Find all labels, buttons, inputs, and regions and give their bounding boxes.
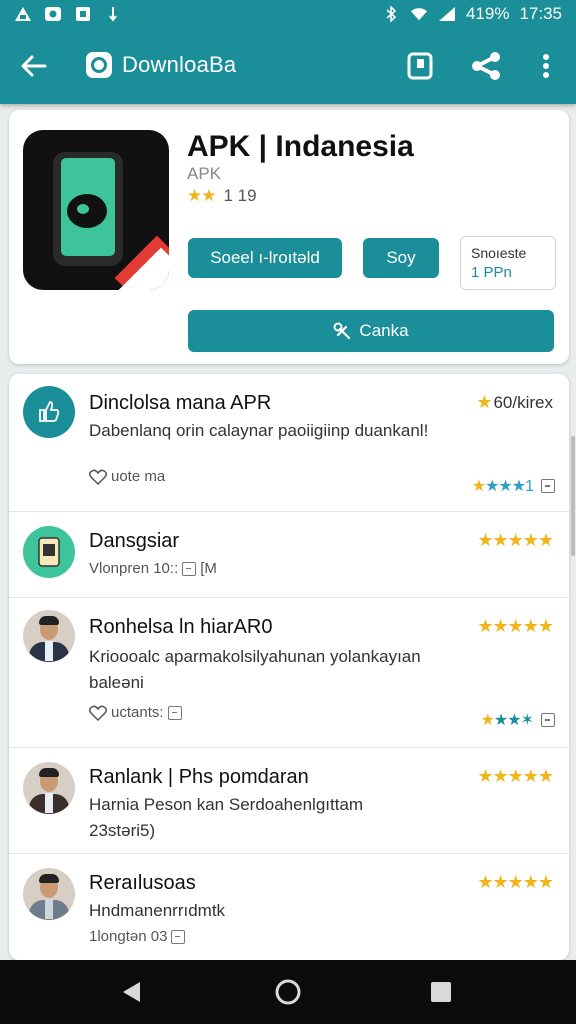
review-meta: uctants: xyxy=(89,704,182,721)
review-text: Harnia Peson kan Serdoahenlgıttam 23stər… xyxy=(89,795,364,840)
report-icon[interactable] xyxy=(541,479,555,493)
app-bar: DownloaBa xyxy=(0,28,576,104)
arrow-back-icon xyxy=(21,55,47,77)
report-icon[interactable] xyxy=(541,713,555,727)
list-item[interactable]: Ranlank | Phs pomdaran ★★★★★ Harnia Peso… xyxy=(9,748,569,854)
share-button[interactable] xyxy=(468,50,504,82)
review-list: Dinclolsa mana APR ★ 60/kirex Dabenlanq o… xyxy=(9,374,569,960)
heart-icon xyxy=(89,705,107,721)
app-name: APK | Indanesia xyxy=(187,130,414,163)
app-rating: ★★ 1 19 xyxy=(187,186,257,206)
review-text: Krioooalc aparmakolsilyahunan yolankayıa… xyxy=(89,647,421,692)
info-outline-button[interactable]: Snoıeste 1 PPn xyxy=(460,236,556,290)
notification-icon xyxy=(14,6,32,22)
review-small-rating: ★ ★★★1 xyxy=(472,476,555,496)
back-button[interactable] xyxy=(16,50,52,82)
thumbs-up-icon xyxy=(39,401,60,422)
more-vert-icon xyxy=(543,54,549,78)
list-item[interactable]: Reraılusoas ★★★★★ Hndmanenrrıdmtk 1longt… xyxy=(9,854,569,960)
review-text: Dabenlanq orin calaynar paoiigiinp duank… xyxy=(89,421,429,440)
status-bar: 419% 17:35 xyxy=(0,0,576,28)
nav-recents-button[interactable] xyxy=(424,976,458,1008)
tools-icon xyxy=(333,322,351,340)
nav-back-button[interactable] xyxy=(114,976,148,1008)
more-options-button[interactable] xyxy=(528,50,564,82)
app-logo-icon xyxy=(86,52,112,78)
review-title: Reraılusoas xyxy=(89,872,196,894)
bluetooth-icon xyxy=(382,6,400,22)
review-rating: ★ 60/kirex xyxy=(476,392,553,412)
main-action-label: Canka xyxy=(359,321,409,340)
review-rating: ★★★★★ xyxy=(477,872,554,892)
rating-stars: ★★ xyxy=(187,186,217,205)
primary-action-button[interactable]: Soeel ı-lroıtəld xyxy=(188,238,342,278)
review-text: Hndmanenrrıdmtk xyxy=(89,901,226,920)
info-outline-line1: Snoıeste xyxy=(471,245,527,261)
review-rating: ★★★★★ xyxy=(477,530,554,550)
list-item[interactable]: Ronhelsa ln hiarAR0 ★★★★★ Krioooalc apar… xyxy=(9,598,569,748)
main-action-button[interactable]: Canka xyxy=(188,310,554,352)
review-meta: Vlonpren 10:: [M xyxy=(89,560,217,577)
square-recents-icon xyxy=(431,982,451,1002)
wifi-icon xyxy=(410,6,428,22)
secondary-action-button[interactable]: Soy xyxy=(363,238,439,278)
app-bar-title-text: DownloaBa xyxy=(122,52,237,77)
review-rating: ★★★★★ xyxy=(477,766,554,786)
image-notification-icon xyxy=(44,6,62,22)
bookmark-button[interactable] xyxy=(402,50,438,82)
review-title: Dansgsiar xyxy=(89,530,180,552)
app-icon xyxy=(23,130,169,290)
system-nav-bar xyxy=(0,960,576,1024)
review-rating: ★★★★★ xyxy=(477,616,554,636)
signal-icon xyxy=(438,6,456,22)
heart-icon xyxy=(89,469,107,485)
app-card: APK | Indanesia APK ★★ 1 19 Soeel ı-lroı… xyxy=(9,110,569,364)
circle-home-icon xyxy=(275,979,301,1005)
list-item[interactable]: Dansgsiar ★★★★★ Vlonpren 10:: [M xyxy=(9,512,569,598)
triangle-back-icon xyxy=(123,982,140,1002)
clock: 17:35 xyxy=(519,4,562,23)
rating-count: 60/kirex xyxy=(493,393,553,412)
rating-value: 1 19 xyxy=(223,186,257,205)
avatar xyxy=(23,762,75,814)
doc-icon xyxy=(167,705,182,720)
app-notification-icon xyxy=(74,6,92,22)
download-icon xyxy=(104,6,122,22)
list-item[interactable]: Dinclolsa mana APR ★ 60/kirex Dabenlanq o… xyxy=(9,374,569,512)
review-title: Ranlank | Phs pomdaran xyxy=(89,766,309,788)
review-title: Dinclolsa mana APR xyxy=(89,392,272,414)
doc-icon xyxy=(182,561,197,576)
share-icon xyxy=(472,52,500,80)
avatar xyxy=(23,868,75,920)
avatar xyxy=(23,386,75,438)
review-meta: 1longtən 03 xyxy=(89,928,186,945)
doc-icon xyxy=(171,929,186,944)
avatar xyxy=(23,610,75,662)
avatar xyxy=(23,526,75,578)
review-meta: uote ma xyxy=(89,468,165,485)
nav-home-button[interactable] xyxy=(271,976,305,1008)
app-bar-title: DownloaBa xyxy=(86,52,236,78)
phone-icon xyxy=(38,537,60,567)
bookmark-icon xyxy=(407,52,433,80)
app-subtitle: APK xyxy=(187,164,222,183)
review-title: Ronhelsa ln hiarAR0 xyxy=(89,616,273,638)
review-small-rating: ★ ★★✶ xyxy=(481,710,555,730)
info-outline-line2: 1 PPn xyxy=(471,264,512,281)
scrollbar[interactable] xyxy=(571,436,575,556)
battery-percent: 419% xyxy=(465,4,510,23)
